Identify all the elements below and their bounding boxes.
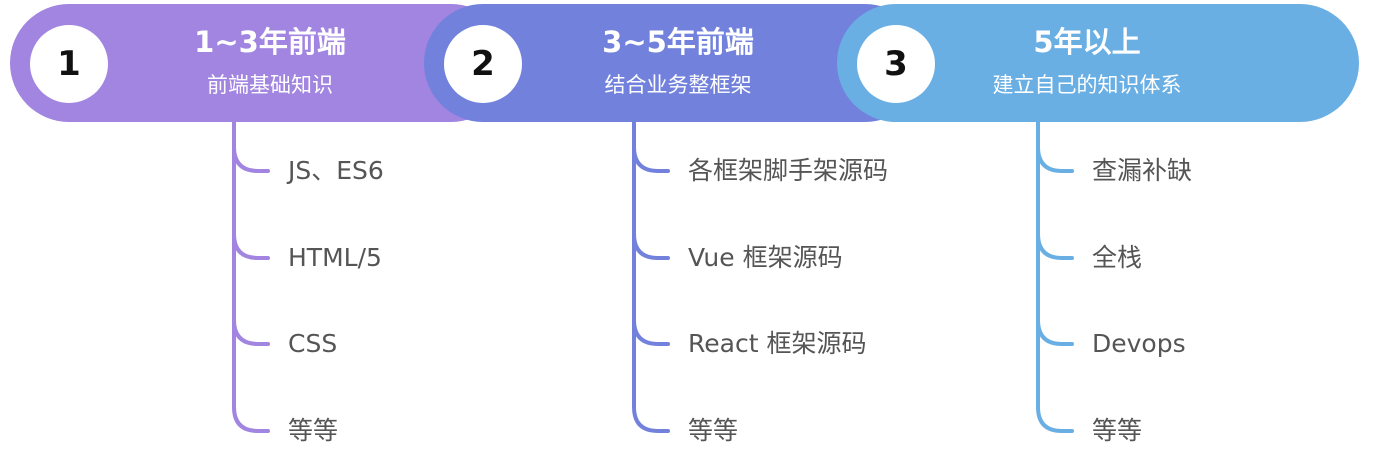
- stage-2-branch-1: [632, 145, 670, 173]
- stage-1-item: JS、ES6: [288, 156, 384, 185]
- stage-3-number-badge: 3: [857, 25, 935, 103]
- stage-1-number-badge: 1: [30, 25, 108, 103]
- stage-3-branch-3: [1036, 318, 1074, 346]
- stage-2-subtitle: 结合业务整框架: [604, 73, 752, 97]
- stage-1-branch-3: [232, 318, 270, 346]
- stage-3-branch-1: [1036, 145, 1074, 173]
- stage-3-item: 等等: [1092, 416, 1143, 445]
- stage-3-title: 5年以上: [1033, 25, 1141, 59]
- stage-2-item: Vue 框架源码: [688, 243, 843, 272]
- stage-2-branch-4: [632, 405, 670, 433]
- career-roadmap: 1 1~3年前端 前端基础知识 2 3~5年前端 结合业务整框架 3 5年以上 …: [0, 0, 1374, 470]
- stage-1-item: HTML/5: [288, 243, 382, 272]
- stage-1-subtitle: 前端基础知识: [207, 73, 333, 97]
- stage-3-branch-2: [1036, 232, 1074, 260]
- stage-2-number-badge: 2: [444, 25, 522, 103]
- stage-1-item: CSS: [288, 329, 338, 358]
- stage-1-branch-2: [232, 232, 270, 260]
- stage-3-branch-4: [1036, 405, 1074, 433]
- stage-2-title: 3~5年前端: [602, 25, 754, 59]
- stage-2-item: 各框架脚手架源码: [688, 156, 889, 185]
- stage-2-branch-3: [632, 318, 670, 346]
- stage-1-title: 1~3年前端: [194, 25, 346, 59]
- stage-3-item: Devops: [1092, 329, 1186, 358]
- stage-3-subtitle: 建立自己的知识体系: [992, 73, 1182, 97]
- stage-3-item: 查漏补缺: [1092, 156, 1193, 185]
- stage-1-branch-4: [232, 405, 270, 433]
- stage-3-banner: 3 5年以上 建立自己的知识体系: [837, 4, 1359, 122]
- stage-1-branch-1: [232, 145, 270, 173]
- stage-2-item: React 框架源码: [688, 329, 867, 358]
- stage-3-item: 全栈: [1092, 243, 1143, 272]
- stage-1-item: 等等: [288, 416, 339, 445]
- stage-2-item: 等等: [688, 416, 739, 445]
- stage-2-branch-2: [632, 232, 670, 260]
